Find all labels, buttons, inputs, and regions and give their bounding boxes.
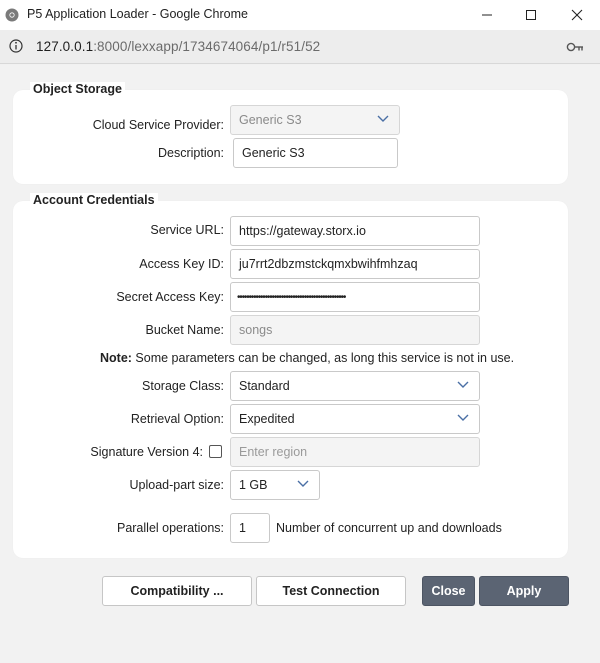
retrieval-select[interactable]: Expedited [230, 404, 480, 434]
sigv4-label: Signature Version 4: [90, 445, 203, 459]
storage-class-label: Storage Class: [142, 379, 224, 393]
maximize-icon [526, 10, 536, 20]
secret-key-label: Secret Access Key: [116, 290, 224, 304]
secret-key-value: ••••••••••••••••••••••••••••••••••••••••… [237, 291, 346, 303]
access-key-label: Access Key ID: [139, 257, 224, 271]
sigv4-checkbox[interactable] [209, 445, 222, 458]
url-host: 127.0.0.1 [36, 39, 94, 54]
minimize-button[interactable] [464, 0, 510, 30]
secret-key-input[interactable]: ••••••••••••••••••••••••••••••••••••••••… [230, 282, 480, 312]
retrieval-label: Retrieval Option: [130, 412, 224, 426]
region-input: Enter region [230, 437, 480, 467]
service-url-label: Service URL: [150, 223, 224, 237]
object-storage-legend: Object Storage [30, 82, 125, 96]
chevron-down-icon [457, 381, 469, 388]
provider-label: Cloud Service Provider: [92, 118, 224, 132]
close-icon [571, 9, 583, 21]
storage-class-value: Standard [239, 379, 290, 393]
chevron-down-icon [457, 414, 469, 421]
chevron-down-icon [377, 115, 389, 122]
region-placeholder: Enter region [239, 445, 308, 459]
window-titlebar: P5 Application Loader - Google Chrome [0, 0, 600, 30]
info-icon[interactable] [9, 39, 23, 53]
access-key-input[interactable]: ju7rrt2dbzmstckqmxbwihfmhzaq [230, 249, 480, 279]
bucket-label: Bucket Name: [145, 323, 224, 337]
access-key-value: ju7rrt2dbzmstckqmxbwihfmhzaq [239, 257, 418, 271]
note-text: Note: Some parameters can be changed, as… [100, 351, 514, 365]
window-title: P5 Application Loader - Google Chrome [27, 7, 248, 21]
parallel-label: Parallel operations: [116, 521, 224, 535]
key-icon[interactable] [566, 41, 584, 53]
bucket-input: songs [230, 315, 480, 345]
bucket-value: songs [239, 323, 273, 337]
upload-part-label: Upload-part size: [129, 478, 225, 492]
close-window-button[interactable] [554, 0, 600, 30]
note-bold: Note: [100, 351, 132, 365]
compatibility-button[interactable]: Compatibility ... [102, 576, 252, 606]
description-value: Generic S3 [242, 146, 305, 160]
provider-value: Generic S3 [239, 113, 302, 127]
maximize-button[interactable] [508, 0, 554, 30]
minimize-icon [482, 14, 492, 16]
parallel-hint: Number of concurrent up and downloads [276, 521, 502, 535]
test-connection-button[interactable]: Test Connection [256, 576, 406, 606]
upload-part-select[interactable]: 1 GB [230, 470, 320, 500]
chrome-logo-icon [5, 8, 19, 22]
description-label: Description: [158, 146, 224, 160]
url-text[interactable]: 127.0.0.1:8000/lexxapp/1734674064/p1/r51… [36, 39, 320, 54]
description-input[interactable]: Generic S3 [233, 138, 398, 168]
service-url-input[interactable]: https://gateway.storx.io [230, 216, 480, 246]
provider-select: Generic S3 [230, 105, 400, 135]
note-body: Some parameters can be changed, as long … [131, 351, 515, 365]
account-credentials-legend: Account Credentials [30, 193, 158, 207]
dialog-content: Object Storage Cloud Service Provider: G… [0, 65, 600, 663]
url-path: :8000/lexxapp/1734674064/p1/r51/52 [93, 39, 321, 54]
close-button[interactable]: Close [422, 576, 475, 606]
upload-part-value: 1 GB [239, 478, 268, 492]
chevron-down-icon [297, 480, 309, 487]
retrieval-value: Expedited [239, 412, 295, 426]
apply-button[interactable]: Apply [479, 576, 569, 606]
service-url-value: https://gateway.storx.io [239, 224, 366, 238]
parallel-value: 1 [239, 521, 246, 535]
parallel-input[interactable]: 1 [230, 513, 270, 543]
address-bar[interactable]: 127.0.0.1:8000/lexxapp/1734674064/p1/r51… [0, 30, 600, 64]
storage-class-select[interactable]: Standard [230, 371, 480, 401]
